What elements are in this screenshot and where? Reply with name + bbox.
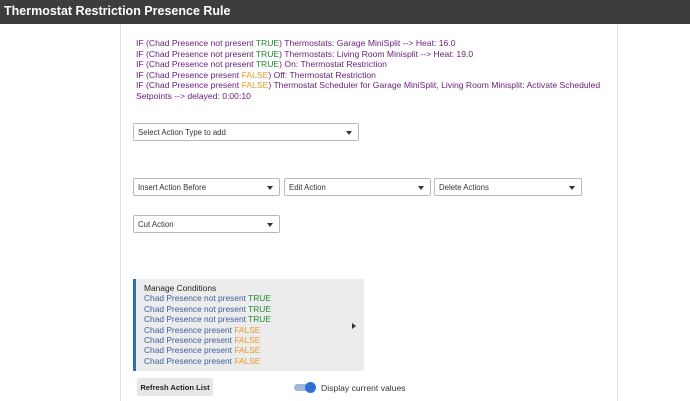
true-flag: TRUE bbox=[248, 314, 271, 325]
select-action-type-dropdown[interactable]: Select Action Type to add bbox=[133, 123, 359, 141]
condition-item: Chad Presence present FALSE bbox=[144, 355, 261, 366]
edit-action-value: Edit Action bbox=[289, 183, 326, 192]
condition-item: Chad Presence present FALSE bbox=[144, 345, 261, 356]
chevron-down-icon bbox=[418, 186, 424, 190]
condition-item: Chad Presence not present TRUE bbox=[144, 303, 271, 314]
true-flag: TRUE bbox=[255, 38, 280, 48]
true-flag: TRUE bbox=[248, 293, 271, 304]
delete-actions-value: Delete Actions bbox=[439, 183, 489, 192]
false-flag: FALSE bbox=[234, 355, 261, 366]
condition-item: Chad Presence not present TRUE bbox=[144, 293, 271, 304]
toggle-knob bbox=[305, 382, 316, 393]
page-title: Thermostat Restriction Presence Rule bbox=[0, 0, 690, 24]
action-line: IF (Chad Presence not present TRUE) On: … bbox=[136, 59, 387, 70]
condition-item: Chad Presence present FALSE bbox=[144, 324, 261, 335]
edit-action-dropdown[interactable]: Edit Action bbox=[284, 178, 431, 196]
display-current-values-toggle[interactable] bbox=[294, 382, 316, 393]
false-flag: FALSE bbox=[234, 335, 261, 346]
chevron-down-icon bbox=[267, 186, 273, 190]
action-line: IF (Chad Presence not present TRUE) Ther… bbox=[136, 38, 456, 48]
action-line: IF (Chad Presence present FALSE) Thermos… bbox=[136, 80, 601, 101]
chevron-down-icon bbox=[267, 223, 273, 227]
true-flag: TRUE bbox=[248, 303, 271, 314]
cut-action-dropdown[interactable]: Cut Action bbox=[133, 215, 280, 233]
false-flag: FALSE bbox=[234, 345, 261, 356]
condition-item: Chad Presence present FALSE bbox=[144, 335, 261, 346]
false-flag: FALSE bbox=[241, 80, 269, 91]
condition-item: Chad Presence not present TRUE bbox=[144, 314, 271, 325]
insert-action-before-dropdown[interactable]: Insert Action Before bbox=[133, 178, 280, 196]
chevron-down-icon bbox=[346, 131, 352, 135]
false-flag: FALSE bbox=[241, 69, 269, 80]
action-line: IF (Chad Presence not present TRUE) Ther… bbox=[136, 48, 474, 59]
action-line: IF (Chad Presence present FALSE) Off: Th… bbox=[136, 69, 376, 80]
select-action-type-value: Select Action Type to add bbox=[138, 128, 226, 137]
manage-conditions-title: Manage Conditions bbox=[144, 283, 217, 293]
manage-conditions-panel[interactable]: Manage Conditions Chad Presence not pres… bbox=[133, 279, 364, 371]
insert-action-before-value: Insert Action Before bbox=[138, 183, 207, 192]
chevron-right-icon bbox=[352, 323, 356, 329]
action-list: IF (Chad Presence not present TRUE) Ther… bbox=[136, 38, 616, 102]
true-flag: TRUE bbox=[255, 48, 280, 59]
delete-actions-dropdown[interactable]: Delete Actions bbox=[434, 178, 582, 196]
display-current-values-label: Display current values bbox=[321, 383, 406, 393]
false-flag: FALSE bbox=[234, 324, 261, 335]
cut-action-value: Cut Action bbox=[138, 220, 174, 229]
refresh-action-list-button[interactable]: Refresh Action List bbox=[137, 378, 213, 396]
chevron-down-icon bbox=[569, 186, 575, 190]
true-flag: TRUE bbox=[255, 59, 280, 70]
